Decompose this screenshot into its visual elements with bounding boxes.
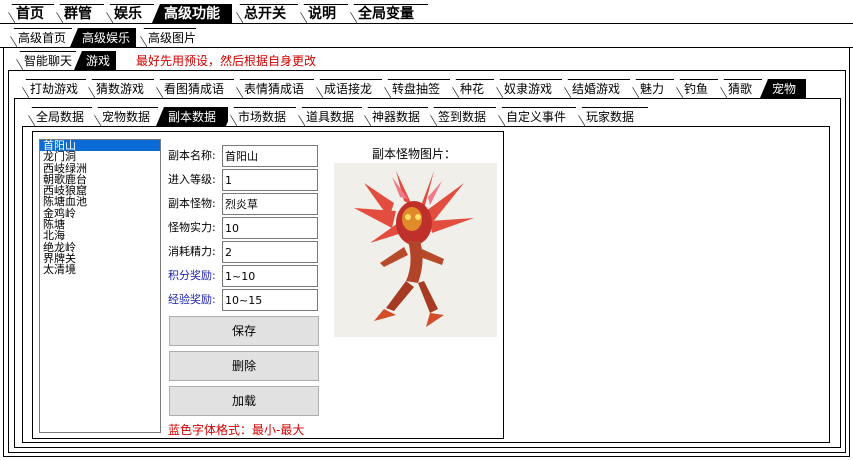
tab-pet-data[interactable]: 宠物数据 [90, 107, 158, 126]
energy-cost-input[interactable] [222, 241, 318, 263]
load-button[interactable]: 加载 [169, 386, 319, 416]
tab-emoji-idiom[interactable]: 表情猜成语 [232, 79, 314, 98]
tab-charm[interactable]: 魅力 [628, 79, 674, 98]
tab-wheel-draw[interactable]: 转盘抽签 [380, 79, 450, 98]
tab-artifact-data[interactable]: 神器数据 [360, 107, 428, 126]
tab-group-admin[interactable]: 群管 [52, 4, 104, 23]
monster-power-label: 怪物实力: [168, 221, 216, 234]
dungeon-monster-input[interactable] [222, 193, 318, 215]
monster-image [334, 163, 497, 337]
advanced-tab-bar: 高级首页 高级娱乐 高级图片 [0, 28, 853, 48]
tab-guess-song[interactable]: 猜歌 [716, 79, 762, 98]
dungeon-monster-label: 副本怪物: [168, 197, 216, 210]
tab-advanced[interactable]: 高级功能 [152, 4, 232, 23]
tab-pet[interactable]: 宠物 [760, 79, 806, 98]
delete-button[interactable]: 删除 [169, 351, 319, 381]
entry-level-input[interactable] [222, 169, 318, 191]
monster-image-label: 副本怪物图片： [372, 147, 457, 161]
tab-smart-chat[interactable]: 智能聊天 [12, 51, 76, 70]
tab-entertainment[interactable]: 娱乐 [102, 4, 154, 23]
tab-robbery-game[interactable]: 打劫游戏 [18, 79, 86, 98]
tab-games[interactable]: 游戏 [74, 51, 116, 70]
tab-dungeon-data[interactable]: 副本数据 [156, 107, 228, 126]
tab-marriage-game[interactable]: 结婚游戏 [560, 79, 630, 98]
list-item[interactable]: 北海 [40, 230, 160, 242]
list-item[interactable]: 太清境 [40, 264, 160, 276]
plant-monster-icon [354, 171, 474, 327]
tab-help[interactable]: 说明 [296, 4, 348, 23]
exp-reward-input[interactable] [222, 289, 318, 311]
divider [0, 23, 853, 24]
tab-master-switch[interactable]: 总开关 [232, 4, 298, 23]
tab-slave-game[interactable]: 奴隶游戏 [492, 79, 562, 98]
sub-tab-bar: 智能聊天 游戏 [0, 51, 853, 71]
tab-plant-flower[interactable]: 种花 [448, 79, 494, 98]
tab-fishing[interactable]: 钓鱼 [672, 79, 718, 98]
tab-global-data[interactable]: 全局数据 [24, 107, 92, 126]
format-note: 蓝色字体格式：最小-最大 [168, 423, 305, 437]
tab-home[interactable]: 首页 [4, 4, 54, 23]
tab-picture-idiom[interactable]: 看图猜成语 [152, 79, 234, 98]
tab-item-data[interactable]: 道具数据 [294, 107, 362, 126]
preset-hint: 最好先用预设，然后根据自身更改 [136, 54, 317, 68]
monster-power-input[interactable] [222, 217, 318, 239]
tab-advanced-entertainment[interactable]: 高级娱乐 [70, 28, 136, 47]
points-reward-label: 积分奖励: [168, 269, 216, 282]
energy-cost-label: 消耗精力: [168, 245, 216, 258]
tab-advanced-images[interactable]: 高级图片 [136, 28, 196, 47]
dungeon-name-input[interactable] [222, 145, 318, 167]
points-reward-input[interactable] [222, 265, 318, 287]
tab-market-data[interactable]: 市场数据 [226, 107, 296, 126]
list-item[interactable]: 龙门洞 [40, 151, 160, 163]
tab-idiom-chain[interactable]: 成语接龙 [312, 79, 382, 98]
entry-level-label: 进入等级: [168, 173, 216, 186]
tab-advanced-home[interactable]: 高级首页 [6, 28, 72, 47]
tab-guess-number[interactable]: 猜数游戏 [84, 79, 154, 98]
dungeon-listbox[interactable]: 首阳山 龙门洞 西岐绿洲 朝歌鹿台 西岐狼窟 陈塘血池 金鸡岭 陈塘 北海 绝龙… [39, 139, 161, 433]
main-tab-bar: 首页 群管 娱乐 高级功能 总开关 说明 全局变量 [0, 4, 853, 24]
tab-global-vars[interactable]: 全局变量 [346, 4, 428, 23]
dungeon-name-label: 副本名称: [168, 149, 216, 162]
exp-reward-label: 经验奖励: [168, 293, 216, 306]
tab-custom-events[interactable]: 自定义事件 [494, 107, 576, 126]
game-tab-bar: 打劫游戏 猜数游戏 看图猜成语 表情猜成语 成语接龙 转盘抽签 种花 奴隶游戏 … [0, 79, 853, 99]
tab-player-data[interactable]: 玩家数据 [574, 107, 648, 126]
tab-checkin-data[interactable]: 签到数据 [426, 107, 496, 126]
save-button[interactable]: 保存 [169, 316, 319, 346]
pet-tab-bar: 全局数据 宠物数据 副本数据 市场数据 道具数据 神器数据 签到数据 自定义事件… [0, 107, 853, 127]
